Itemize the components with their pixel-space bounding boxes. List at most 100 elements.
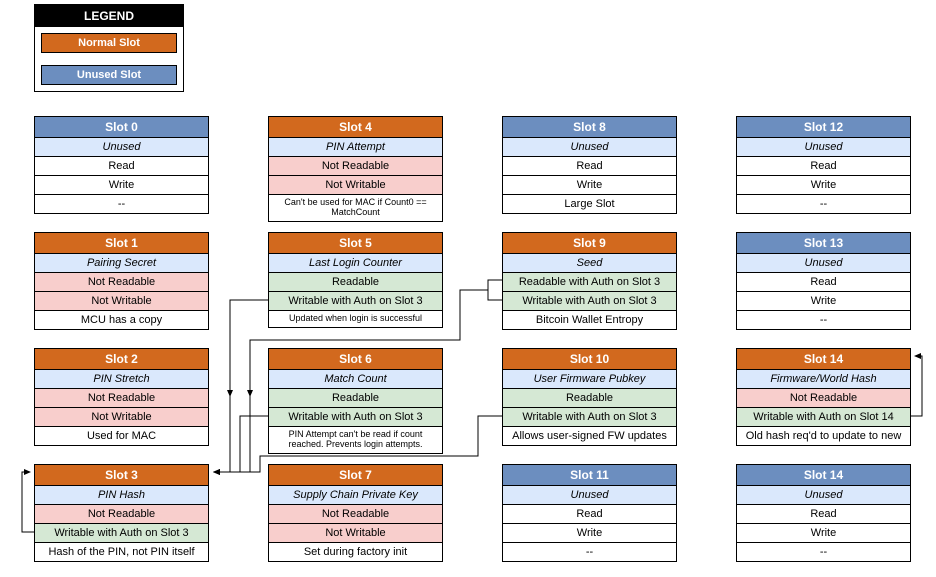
slot-11: Slot 11 Unused Read Write -- — [502, 464, 677, 562]
slot-header: Slot 14 — [737, 349, 910, 370]
slot-subtitle: PIN Attempt — [269, 138, 442, 157]
slot-2: Slot 2 PIN Stretch Not Readable Not Writ… — [34, 348, 209, 446]
slot-read: Read — [35, 157, 208, 176]
slot-note: Large Slot — [503, 195, 676, 213]
slot-header: Slot 2 — [35, 349, 208, 370]
slot-note: Updated when login is successful — [269, 311, 442, 327]
slot-write: Writable with Auth on Slot 3 — [269, 408, 442, 427]
legend-chip-unused: Unused Slot — [41, 65, 177, 85]
slot-header: Slot 1 — [35, 233, 208, 254]
slot-read: Not Readable — [35, 273, 208, 292]
slot-read: Readable with Auth on Slot 3 — [503, 273, 676, 292]
slot-header: Slot 6 — [269, 349, 442, 370]
slot-note: -- — [503, 543, 676, 561]
slot-10: Slot 10 User Firmware Pubkey Readable Wr… — [502, 348, 677, 446]
slot-header: Slot 11 — [503, 465, 676, 486]
slot-header: Slot 5 — [269, 233, 442, 254]
slot-note: -- — [35, 195, 208, 213]
slot-subtitle: Unused — [737, 254, 910, 273]
slot-12: Slot 12 Unused Read Write -- — [736, 116, 911, 214]
slot-read: Not Readable — [269, 157, 442, 176]
slot-note: PIN Attempt can't be read if count reach… — [269, 427, 442, 453]
slot-15: Slot 14 Unused Read Write -- — [736, 464, 911, 562]
slot-subtitle: Supply Chain Private Key — [269, 486, 442, 505]
slot-note: Bitcoin Wallet Entropy — [503, 311, 676, 329]
legend-title: LEGEND — [35, 5, 183, 27]
slot-subtitle: Seed — [503, 254, 676, 273]
slot-note: Can't be used for MAC if Count0 == Match… — [269, 195, 442, 221]
slot-write: Write — [737, 524, 910, 543]
slot-5: Slot 5 Last Login Counter Readable Writa… — [268, 232, 443, 328]
slot-note: -- — [737, 195, 910, 213]
slot-write: Write — [35, 176, 208, 195]
slot-read: Readable — [503, 389, 676, 408]
slot-note: Set during factory init — [269, 543, 442, 561]
slot-note: Allows user-signed FW updates — [503, 427, 676, 445]
slot-read: Read — [503, 157, 676, 176]
slot-write: Not Writable — [269, 524, 442, 543]
slot-header: Slot 9 — [503, 233, 676, 254]
slot-0: Slot 0 Unused Read Write -- — [34, 116, 209, 214]
slot-6: Slot 6 Match Count Readable Writable wit… — [268, 348, 443, 454]
slot-subtitle: Firmware/World Hash — [737, 370, 910, 389]
slot-note: Used for MAC — [35, 427, 208, 445]
slot-header: Slot 4 — [269, 117, 442, 138]
slot-subtitle: Match Count — [269, 370, 442, 389]
slot-write: Writable with Auth on Slot 3 — [35, 524, 208, 543]
slot-write: Not Writable — [35, 408, 208, 427]
slot-read: Not Readable — [737, 389, 910, 408]
slot-7: Slot 7 Supply Chain Private Key Not Read… — [268, 464, 443, 562]
slot-subtitle: Unused — [737, 486, 910, 505]
slot-header: Slot 3 — [35, 465, 208, 486]
slot-note: MCU has a copy — [35, 311, 208, 329]
slot-header: Slot 14 — [737, 465, 910, 486]
slot-subtitle: Unused — [737, 138, 910, 157]
slot-read: Read — [737, 157, 910, 176]
slot-note: Old hash req'd to update to new — [737, 427, 910, 445]
slot-note: -- — [737, 543, 910, 561]
slot-4: Slot 4 PIN Attempt Not Readable Not Writ… — [268, 116, 443, 222]
slot-subtitle: Last Login Counter — [269, 254, 442, 273]
slot-subtitle: PIN Hash — [35, 486, 208, 505]
slot-header: Slot 0 — [35, 117, 208, 138]
slot-note: -- — [737, 311, 910, 329]
slot-read: Read — [737, 273, 910, 292]
slot-header: Slot 10 — [503, 349, 676, 370]
slot-write: Writable with Auth on Slot 14 — [737, 408, 910, 427]
legend: LEGEND Normal Slot Unused Slot — [34, 4, 184, 92]
legend-row-unused: Unused Slot — [35, 59, 183, 91]
slot-write: Write — [503, 176, 676, 195]
slot-subtitle: Unused — [35, 138, 208, 157]
legend-row-normal: Normal Slot — [35, 27, 183, 59]
slot-subtitle: Unused — [503, 138, 676, 157]
slot-read: Read — [503, 505, 676, 524]
slot-subtitle: Pairing Secret — [35, 254, 208, 273]
slot-read: Read — [737, 505, 910, 524]
slot-write: Writable with Auth on Slot 3 — [269, 292, 442, 311]
slot-write: Write — [737, 176, 910, 195]
slot-write: Write — [503, 524, 676, 543]
legend-chip-normal: Normal Slot — [41, 33, 177, 53]
slot-8: Slot 8 Unused Read Write Large Slot — [502, 116, 677, 214]
slot-subtitle: Unused — [503, 486, 676, 505]
slot-header: Slot 13 — [737, 233, 910, 254]
slot-header: Slot 8 — [503, 117, 676, 138]
slot-header: Slot 12 — [737, 117, 910, 138]
slot-read: Readable — [269, 273, 442, 292]
slot-write: Not Writable — [269, 176, 442, 195]
slot-write: Writable with Auth on Slot 3 — [503, 292, 676, 311]
slot-3: Slot 3 PIN Hash Not Readable Writable wi… — [34, 464, 209, 562]
slot-13: Slot 13 Unused Read Write -- — [736, 232, 911, 330]
slot-subtitle: User Firmware Pubkey — [503, 370, 676, 389]
slot-write: Not Writable — [35, 292, 208, 311]
slot-9: Slot 9 Seed Readable with Auth on Slot 3… — [502, 232, 677, 330]
slot-note: Hash of the PIN, not PIN itself — [35, 543, 208, 561]
slot-write: Write — [737, 292, 910, 311]
slot-14: Slot 14 Firmware/World Hash Not Readable… — [736, 348, 911, 446]
slot-read: Not Readable — [35, 505, 208, 524]
slot-read: Readable — [269, 389, 442, 408]
slot-header: Slot 7 — [269, 465, 442, 486]
slot-write: Writable with Auth on Slot 3 — [503, 408, 676, 427]
slot-read: Not Readable — [269, 505, 442, 524]
slot-read: Not Readable — [35, 389, 208, 408]
